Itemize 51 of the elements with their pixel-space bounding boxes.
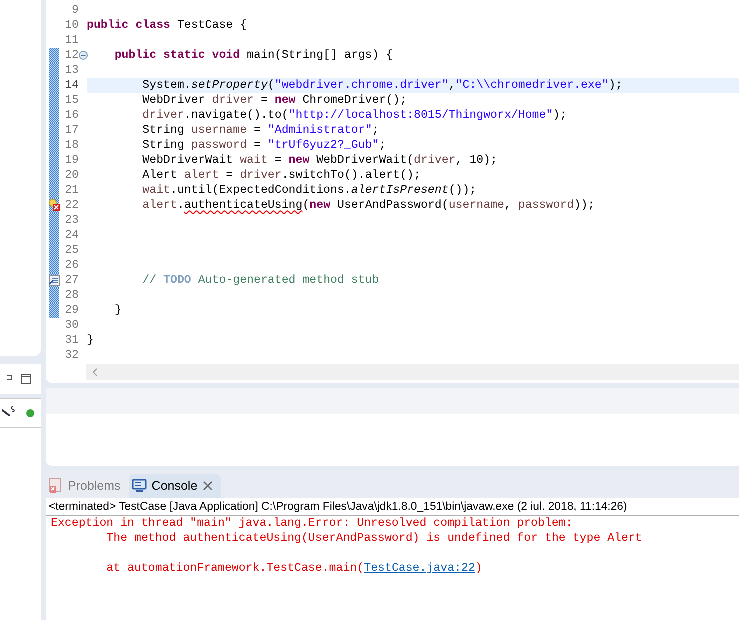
- view-tab[interactable]: Console: [128, 474, 221, 498]
- line-number: 28: [64, 289, 79, 302]
- line-number: 19: [64, 154, 79, 167]
- line-number: 27: [64, 274, 79, 287]
- line-number: 21: [64, 184, 79, 197]
- status-dot-icon: [26, 408, 35, 418]
- line-number: 12: [64, 49, 79, 62]
- line-number: 24: [64, 229, 79, 242]
- line-number: 20: [64, 169, 79, 182]
- code-line: String username = "Administrator";: [142, 123, 380, 138]
- console-line: at automationFramework.TestCase.main(TestCase.java:22): [106, 561, 484, 576]
- line-number: 29: [64, 304, 79, 317]
- code-line: driver.navigate().to("http://localhost:8015/Thingworx/Home");: [142, 108, 568, 123]
- source-link[interactable]: TestCase.java:22: [364, 562, 476, 575]
- code-line: String password = "trUf6yuz2?_Gub";: [142, 138, 388, 153]
- close-icon[interactable]: [202, 481, 213, 491]
- code-line: public static void main(String[] args) {: [114, 48, 394, 63]
- line-number: 17: [64, 124, 79, 137]
- code-line: wait.until(ExpectedConditions.alertIsPresent());: [142, 183, 478, 198]
- line-number: 26: [64, 259, 79, 272]
- maximize-icon[interactable]: [21, 374, 31, 384]
- console-icon: [132, 479, 147, 493]
- collapse-icon[interactable]: [79, 51, 88, 60]
- line-number: 15: [64, 94, 79, 107]
- line-number: 23: [64, 214, 79, 227]
- horizontal-scrollbar[interactable]: [86, 364, 739, 380]
- code-line: WebDriverWait wait = new WebDriverWait(driver, 10);: [142, 153, 499, 168]
- code-line: }: [114, 303, 123, 318]
- code-line: }: [87, 333, 95, 348]
- code-line: public class TestCase {: [87, 18, 248, 33]
- console-header: <terminated> TestCase [Java Application] C:\Program Files\Java\jdk1.8.0_151\bin\javaw.exe (2 iul. 2018, 11:14:26): [46, 498, 739, 516]
- code-line: // TODO Auto-generated method stub: [142, 273, 380, 288]
- code-line: Alert alert = driver.switchTo().alert();: [142, 168, 422, 183]
- code-line: alert.authenticateUsing(new UserAndPassword(username, password));: [142, 198, 596, 213]
- line-number: 16: [64, 109, 79, 122]
- console-line: The method authenticateUsing(UserAndPassword) is undefined for the type Alert: [106, 531, 644, 546]
- problems-icon: [49, 478, 63, 494]
- line-number: 10: [64, 19, 79, 32]
- line-number: 14: [64, 79, 79, 92]
- line-number: 11: [64, 34, 79, 47]
- line-number: 25: [64, 244, 79, 257]
- line-number: 30: [64, 319, 79, 332]
- line-number: 32: [64, 349, 79, 362]
- view-tab[interactable]: Problems: [46, 474, 129, 498]
- line-number: 13: [64, 64, 79, 77]
- line-number: 18: [64, 139, 79, 152]
- line-number: 9: [71, 4, 79, 17]
- line-number: 31: [64, 334, 79, 347]
- code-line: WebDriver driver = new ChromeDriver();: [142, 93, 408, 108]
- console-line: Exception in thread "main" java.lang.Error: Unresolved compilation problem:: [50, 516, 574, 531]
- line-number: 22: [64, 199, 79, 212]
